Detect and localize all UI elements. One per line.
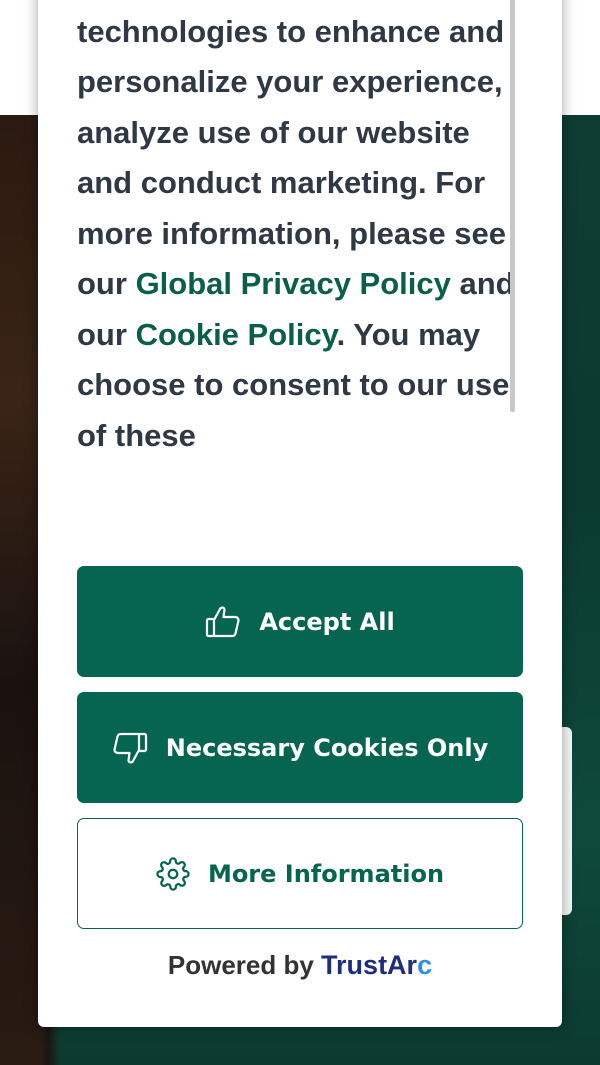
text-fade-overlay <box>38 450 562 520</box>
powered-by-text: Powered by <box>167 950 314 980</box>
accept-all-label: Accept All <box>259 607 395 636</box>
trustarc-logo-main: TrustAr <box>321 950 418 980</box>
more-information-label: More Information <box>207 859 445 888</box>
cookie-policy-link[interactable]: Cookie Policy <box>136 317 337 352</box>
consent-text-part: party cookies and similar technologies t… <box>77 13 506 302</box>
thumbs-down-icon <box>112 731 148 765</box>
accept-all-button[interactable]: Accept All <box>77 566 523 677</box>
gear-icon <box>156 856 190 891</box>
more-information-button[interactable]: More Information <box>77 818 523 929</box>
cookie-consent-modal: party cookies and similar technologies t… <box>38 0 562 1027</box>
consent-text: party cookies and similar technologies t… <box>77 0 517 461</box>
powered-by-footer: Powered by TrustArc <box>38 950 562 981</box>
necessary-cookies-label: Necessary Cookies Only <box>165 733 489 762</box>
thumbs-up-icon <box>205 605 241 639</box>
necessary-cookies-only-button[interactable]: Necessary Cookies Only <box>77 692 523 803</box>
trustarc-logo[interactable]: TrustArc <box>321 950 432 980</box>
hero-image-edge <box>0 115 40 1065</box>
consent-text-scroll-area[interactable]: party cookies and similar technologies t… <box>38 0 562 520</box>
trustarc-logo-accent: c <box>417 950 433 980</box>
scrollbar[interactable] <box>510 0 515 412</box>
global-privacy-policy-link[interactable]: Global Privacy Policy <box>136 266 451 301</box>
